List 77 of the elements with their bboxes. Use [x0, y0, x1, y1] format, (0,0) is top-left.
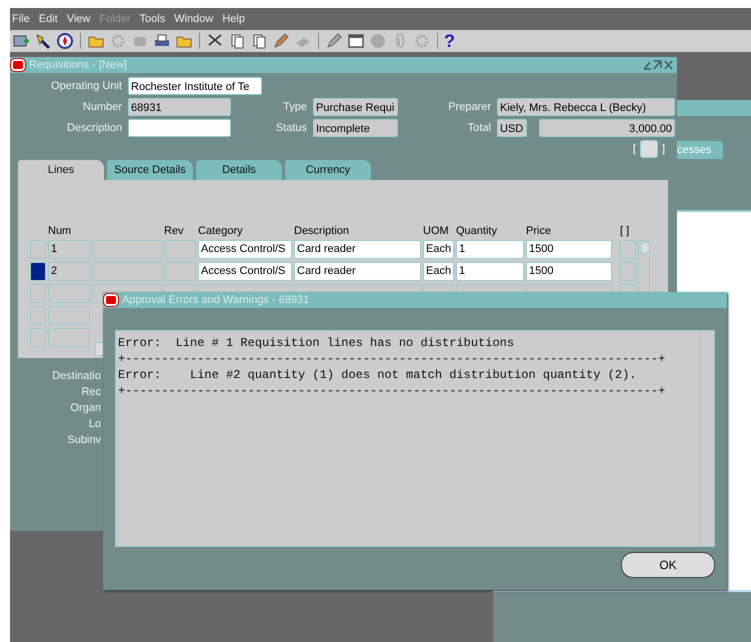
table-cell — [620, 240, 636, 259]
field-label: Description — [66, 122, 123, 134]
field-label: Operating Unit — [50, 80, 123, 92]
app-icon — [11, 59, 25, 71]
table-cell[interactable]: Access Control/S — [198, 262, 292, 281]
menu-item[interactable]: File — [12, 13, 30, 25]
table-cell[interactable]: Access Control/S — [198, 240, 292, 259]
column-header: Description — [294, 225, 350, 237]
field-label: Lo — [88, 418, 102, 430]
tab[interactable]: Currency — [285, 160, 371, 180]
column-header: Num — [48, 225, 72, 237]
total-field[interactable]: 3,000.00 — [539, 119, 675, 137]
table-cell — [92, 262, 162, 281]
table-cell: 1 — [48, 240, 90, 259]
menu-item[interactable]: Window — [174, 13, 214, 25]
table-cell — [164, 262, 196, 281]
menu-item[interactable]: Edit — [38, 13, 58, 25]
bracket-text: [ — [632, 143, 636, 155]
help-button[interactable]: ? — [444, 32, 455, 50]
field-label: Rec — [81, 386, 102, 398]
table-cell — [48, 284, 90, 303]
field-label: Preparer — [447, 101, 492, 113]
descriptive-flexfield-button[interactable] — [640, 140, 658, 158]
message-line: Error: Line #2 quantity (1) does not match distribution quantity (2). — [118, 367, 636, 383]
tab[interactable]: Lines — [18, 160, 104, 180]
field-label: Status — [274, 122, 308, 134]
table-cell[interactable]: 1 — [456, 240, 524, 259]
column-header: Quantity — [456, 225, 498, 237]
column-header: Rev — [164, 225, 185, 237]
app-icon — [104, 294, 118, 306]
column-header: UOM — [423, 225, 450, 237]
message-line: +--------------------------------------------------------------------------+ — [118, 383, 666, 399]
table-cell[interactable]: Card reader — [294, 262, 421, 281]
dialog-title: Approval Errors and Warnings - 68931 — [122, 294, 310, 306]
table-cell[interactable]: Each — [423, 262, 454, 281]
field-label: Organ — [70, 402, 102, 414]
table-cell: 2 — [48, 262, 90, 281]
menu-item[interactable]: Tools — [140, 13, 166, 25]
number-field[interactable]: 68931 — [128, 98, 231, 116]
currency-field[interactable]: USD — [497, 119, 527, 137]
table-cell — [164, 240, 196, 259]
table-cell[interactable]: 1500 — [526, 262, 612, 281]
field-label: Destinatio — [52, 370, 102, 382]
field-label: Number — [82, 101, 123, 113]
description-field[interactable] — [128, 119, 231, 137]
field-label: Subinv — [67, 434, 102, 446]
field-label: Type — [282, 101, 308, 113]
table-cell[interactable]: Each — [423, 240, 454, 259]
table-cell — [92, 240, 162, 259]
bracket-text: ] — [662, 143, 665, 155]
table-cell[interactable]: 1 — [456, 262, 524, 281]
window-icon[interactable] — [347, 32, 365, 50]
table-cell — [48, 306, 90, 325]
menu-item[interactable]: Help — [222, 13, 245, 25]
preparer-field[interactable]: Kiely, Mrs. Rebecca L (Becky) — [497, 98, 675, 116]
ok-button[interactable]: OK — [621, 552, 715, 578]
tab[interactable]: Source Details — [107, 160, 193, 180]
field-label: Total — [466, 122, 492, 134]
column-header: Category — [198, 225, 244, 237]
table-cell — [620, 262, 636, 281]
window-title: Requisitions - [New] — [29, 59, 127, 71]
column-header: Price — [526, 225, 552, 237]
operating-unit-field[interactable]: Rochester Institute of Te — [128, 77, 262, 95]
menu-item[interactable]: View — [66, 13, 90, 25]
type-field[interactable]: Purchase Requi — [313, 98, 398, 116]
row-selector[interactable] — [30, 262, 46, 281]
table-cell — [48, 328, 90, 347]
pencil-icon[interactable] — [272, 32, 290, 50]
message-line: +--------------------------------------------------------------------------+ — [118, 351, 666, 367]
message-line: Error: Line # 1 Requisition lines has no distributions — [118, 335, 514, 351]
window-controls-icon[interactable] — [643, 60, 673, 70]
status-field[interactable]: Incomplete — [313, 119, 398, 137]
column-header: [ ] — [620, 225, 630, 237]
compass-icon[interactable] — [56, 32, 74, 50]
table-cell[interactable]: Card reader — [294, 240, 421, 259]
tab[interactable]: Details — [196, 160, 282, 180]
table-cell[interactable]: 1500 — [526, 240, 612, 259]
